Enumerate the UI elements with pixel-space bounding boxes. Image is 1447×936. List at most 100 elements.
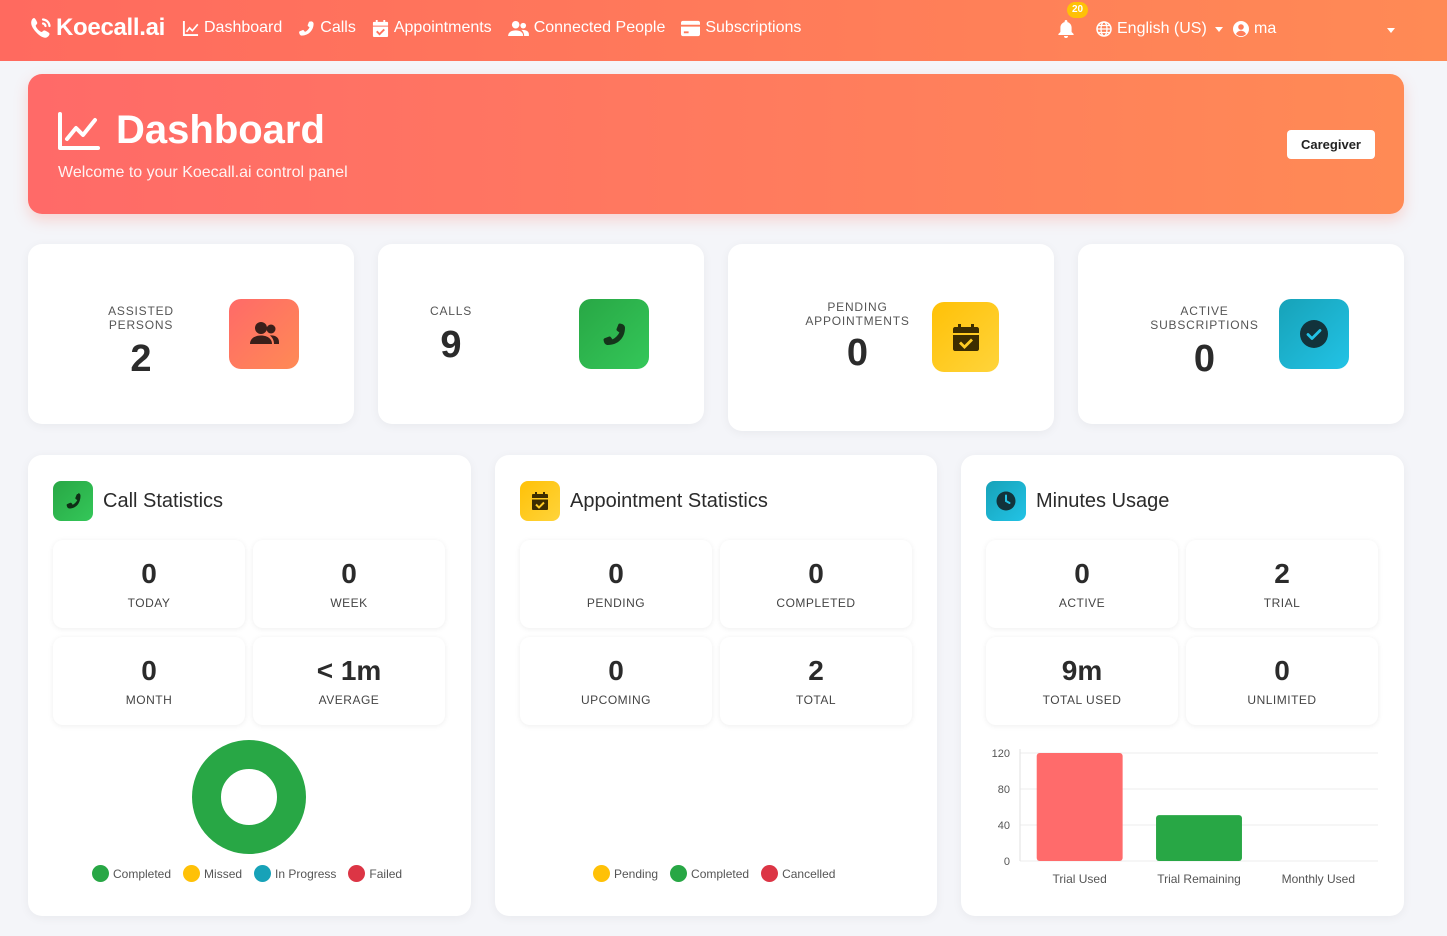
x-tick-label: Monthly Used — [1282, 872, 1355, 886]
nav-label: Connected People — [533, 19, 666, 36]
legend-item-completed[interactable]: Completed — [92, 865, 171, 882]
tile-week: 0 WEEK — [253, 540, 445, 628]
bell-icon — [1058, 20, 1074, 38]
panel-call-statistics: Call Statistics 0 TODAY 0 WEEK 0 MONTH <… — [28, 455, 471, 916]
x-tick-label: Trial Remaining — [1157, 872, 1241, 886]
nav-appointments[interactable]: Appointments — [372, 19, 492, 37]
user-menu[interactable]: ma — [1233, 20, 1276, 38]
page-title-text: Dashboard — [116, 108, 325, 152]
stat-label: PENDING APPOINTMENTS — [805, 300, 910, 328]
credit-card-icon — [681, 20, 701, 36]
panel-appointment-statistics: Appointment Statistics 0 PENDING 0 COMPL… — [495, 455, 937, 916]
stat-label: ACTIVE SUBSCRIPTIONS — [1150, 304, 1259, 332]
nav-label: Calls — [320, 19, 356, 36]
legend-label: Missed — [204, 866, 243, 881]
check-circle-icon — [1300, 320, 1328, 348]
language-label: English (US) — [1117, 20, 1207, 37]
call-status-donut-chart — [192, 740, 306, 854]
legend-item-missed[interactable]: Missed — [183, 865, 242, 882]
tile-average: < 1m AVERAGE — [253, 637, 445, 725]
legend-swatch — [254, 865, 272, 882]
tile-label: WEEK — [330, 596, 368, 610]
legend-label: Failed — [369, 866, 403, 881]
legend-item-cancelled[interactable]: Cancelled — [761, 865, 835, 882]
tile-trial: 2 TRIAL — [1186, 540, 1378, 628]
stat-label: ASSISTED PERSONS — [108, 304, 174, 332]
tile-value: 0 — [808, 558, 824, 589]
stat-icon-box — [229, 299, 299, 369]
nav-subscriptions[interactable]: Subscriptions — [681, 19, 801, 37]
brand-logo[interactable]: Koecall.ai — [28, 14, 165, 42]
stat-card-calls: CALLS 9 — [378, 244, 704, 424]
nav-label: Dashboard — [204, 19, 283, 36]
nav-dashboard[interactable]: Dashboard — [182, 19, 282, 37]
legend-label: Completed — [691, 866, 750, 881]
tile-upcoming: 0 UPCOMING — [520, 637, 712, 725]
page-title: Dashboard — [58, 108, 325, 153]
tile-label: UNLIMITED — [1247, 693, 1317, 707]
user-circle-icon — [1233, 21, 1249, 37]
stat-card-active-subscriptions: ACTIVE SUBSCRIPTIONS 0 — [1078, 244, 1404, 424]
y-tick-label: 40 — [998, 820, 1010, 832]
panel-header: Minutes Usage — [986, 481, 1169, 521]
users-icon — [507, 20, 529, 36]
notifications-button[interactable] — [1058, 20, 1074, 43]
legend-item-in-progress[interactable]: In Progress — [254, 865, 336, 882]
tile-value: 2 — [808, 655, 824, 686]
bar-trial-used[interactable] — [1036, 753, 1123, 861]
call-legend: Completed Missed In Progress Failed — [92, 865, 402, 882]
panel-header: Call Statistics — [53, 481, 223, 521]
tile-value: 0 — [141, 558, 157, 589]
calendar-check-icon — [532, 492, 548, 510]
bar-trial-remaining[interactable] — [1156, 815, 1242, 861]
globe-icon — [1096, 21, 1112, 37]
nav-connected-people[interactable]: Connected People — [507, 19, 666, 37]
legend-item-completed[interactable]: Completed — [670, 865, 749, 882]
legend-swatch — [761, 865, 779, 882]
tile-label: TOTAL USED — [1042, 693, 1122, 707]
legend-label: Completed — [113, 866, 172, 881]
tile-active: 0 ACTIVE — [986, 540, 1178, 628]
stat-value: 0 — [846, 332, 869, 374]
user-name: ma — [1254, 20, 1277, 37]
user-menu-chevron-icon[interactable] — [1387, 28, 1395, 33]
tile-label: TOTAL — [795, 693, 837, 707]
legend-swatch — [348, 865, 366, 882]
y-tick-label: 80 — [998, 784, 1010, 796]
tile-total-used: 9m TOTAL USED — [986, 637, 1178, 725]
tile-value: 9m — [1061, 655, 1103, 686]
phone-icon — [603, 323, 625, 345]
tile-value: 0 — [341, 558, 357, 589]
y-tick-label: 0 — [1004, 856, 1010, 868]
legend-item-failed[interactable]: Failed — [348, 865, 402, 882]
tile-unlimited: 0 UNLIMITED — [1186, 637, 1378, 725]
panel-title: Minutes Usage — [1036, 489, 1170, 512]
donut-slice-completed[interactable] — [192, 740, 306, 854]
tile-value: < 1m — [316, 655, 382, 686]
stat-icon-box — [1279, 299, 1349, 369]
stat-value: 9 — [440, 324, 462, 366]
brand-name: Koecall.ai — [56, 14, 166, 41]
tile-total: 2 TOTAL — [720, 637, 912, 725]
notification-badge: 20 — [1067, 2, 1089, 18]
tile-value: 0 — [141, 655, 157, 686]
language-dropdown[interactable]: English (US) — [1096, 20, 1223, 38]
panel-minutes-usage: Minutes Usage 0 ACTIVE 2 TRIAL 9m TOTAL … — [961, 455, 1404, 916]
stat-value: 2 — [130, 338, 152, 380]
tile-pending: 0 PENDING — [520, 540, 712, 628]
stat-value: 0 — [1193, 338, 1216, 380]
nav-label: Subscriptions — [705, 19, 802, 36]
stat-icon-box — [932, 302, 999, 372]
phone-logo-icon — [31, 18, 51, 38]
legend-item-pending[interactable]: Pending — [593, 865, 658, 882]
tile-today: 0 TODAY — [53, 540, 245, 628]
appointment-legend: Pending Completed Cancelled — [593, 865, 835, 882]
phone-icon — [299, 20, 314, 36]
role-button[interactable]: Caregiver — [1287, 130, 1375, 159]
page-subtitle: Welcome to your Koecall.ai control panel — [58, 164, 348, 181]
panel-title: Call Statistics — [103, 489, 224, 512]
nav-label: Appointments — [393, 19, 492, 36]
stat-card-assisted-persons: ASSISTED PERSONS 2 — [28, 244, 354, 424]
nav-calls[interactable]: Calls — [298, 19, 356, 37]
x-tick-label: Trial Used — [1053, 872, 1107, 886]
